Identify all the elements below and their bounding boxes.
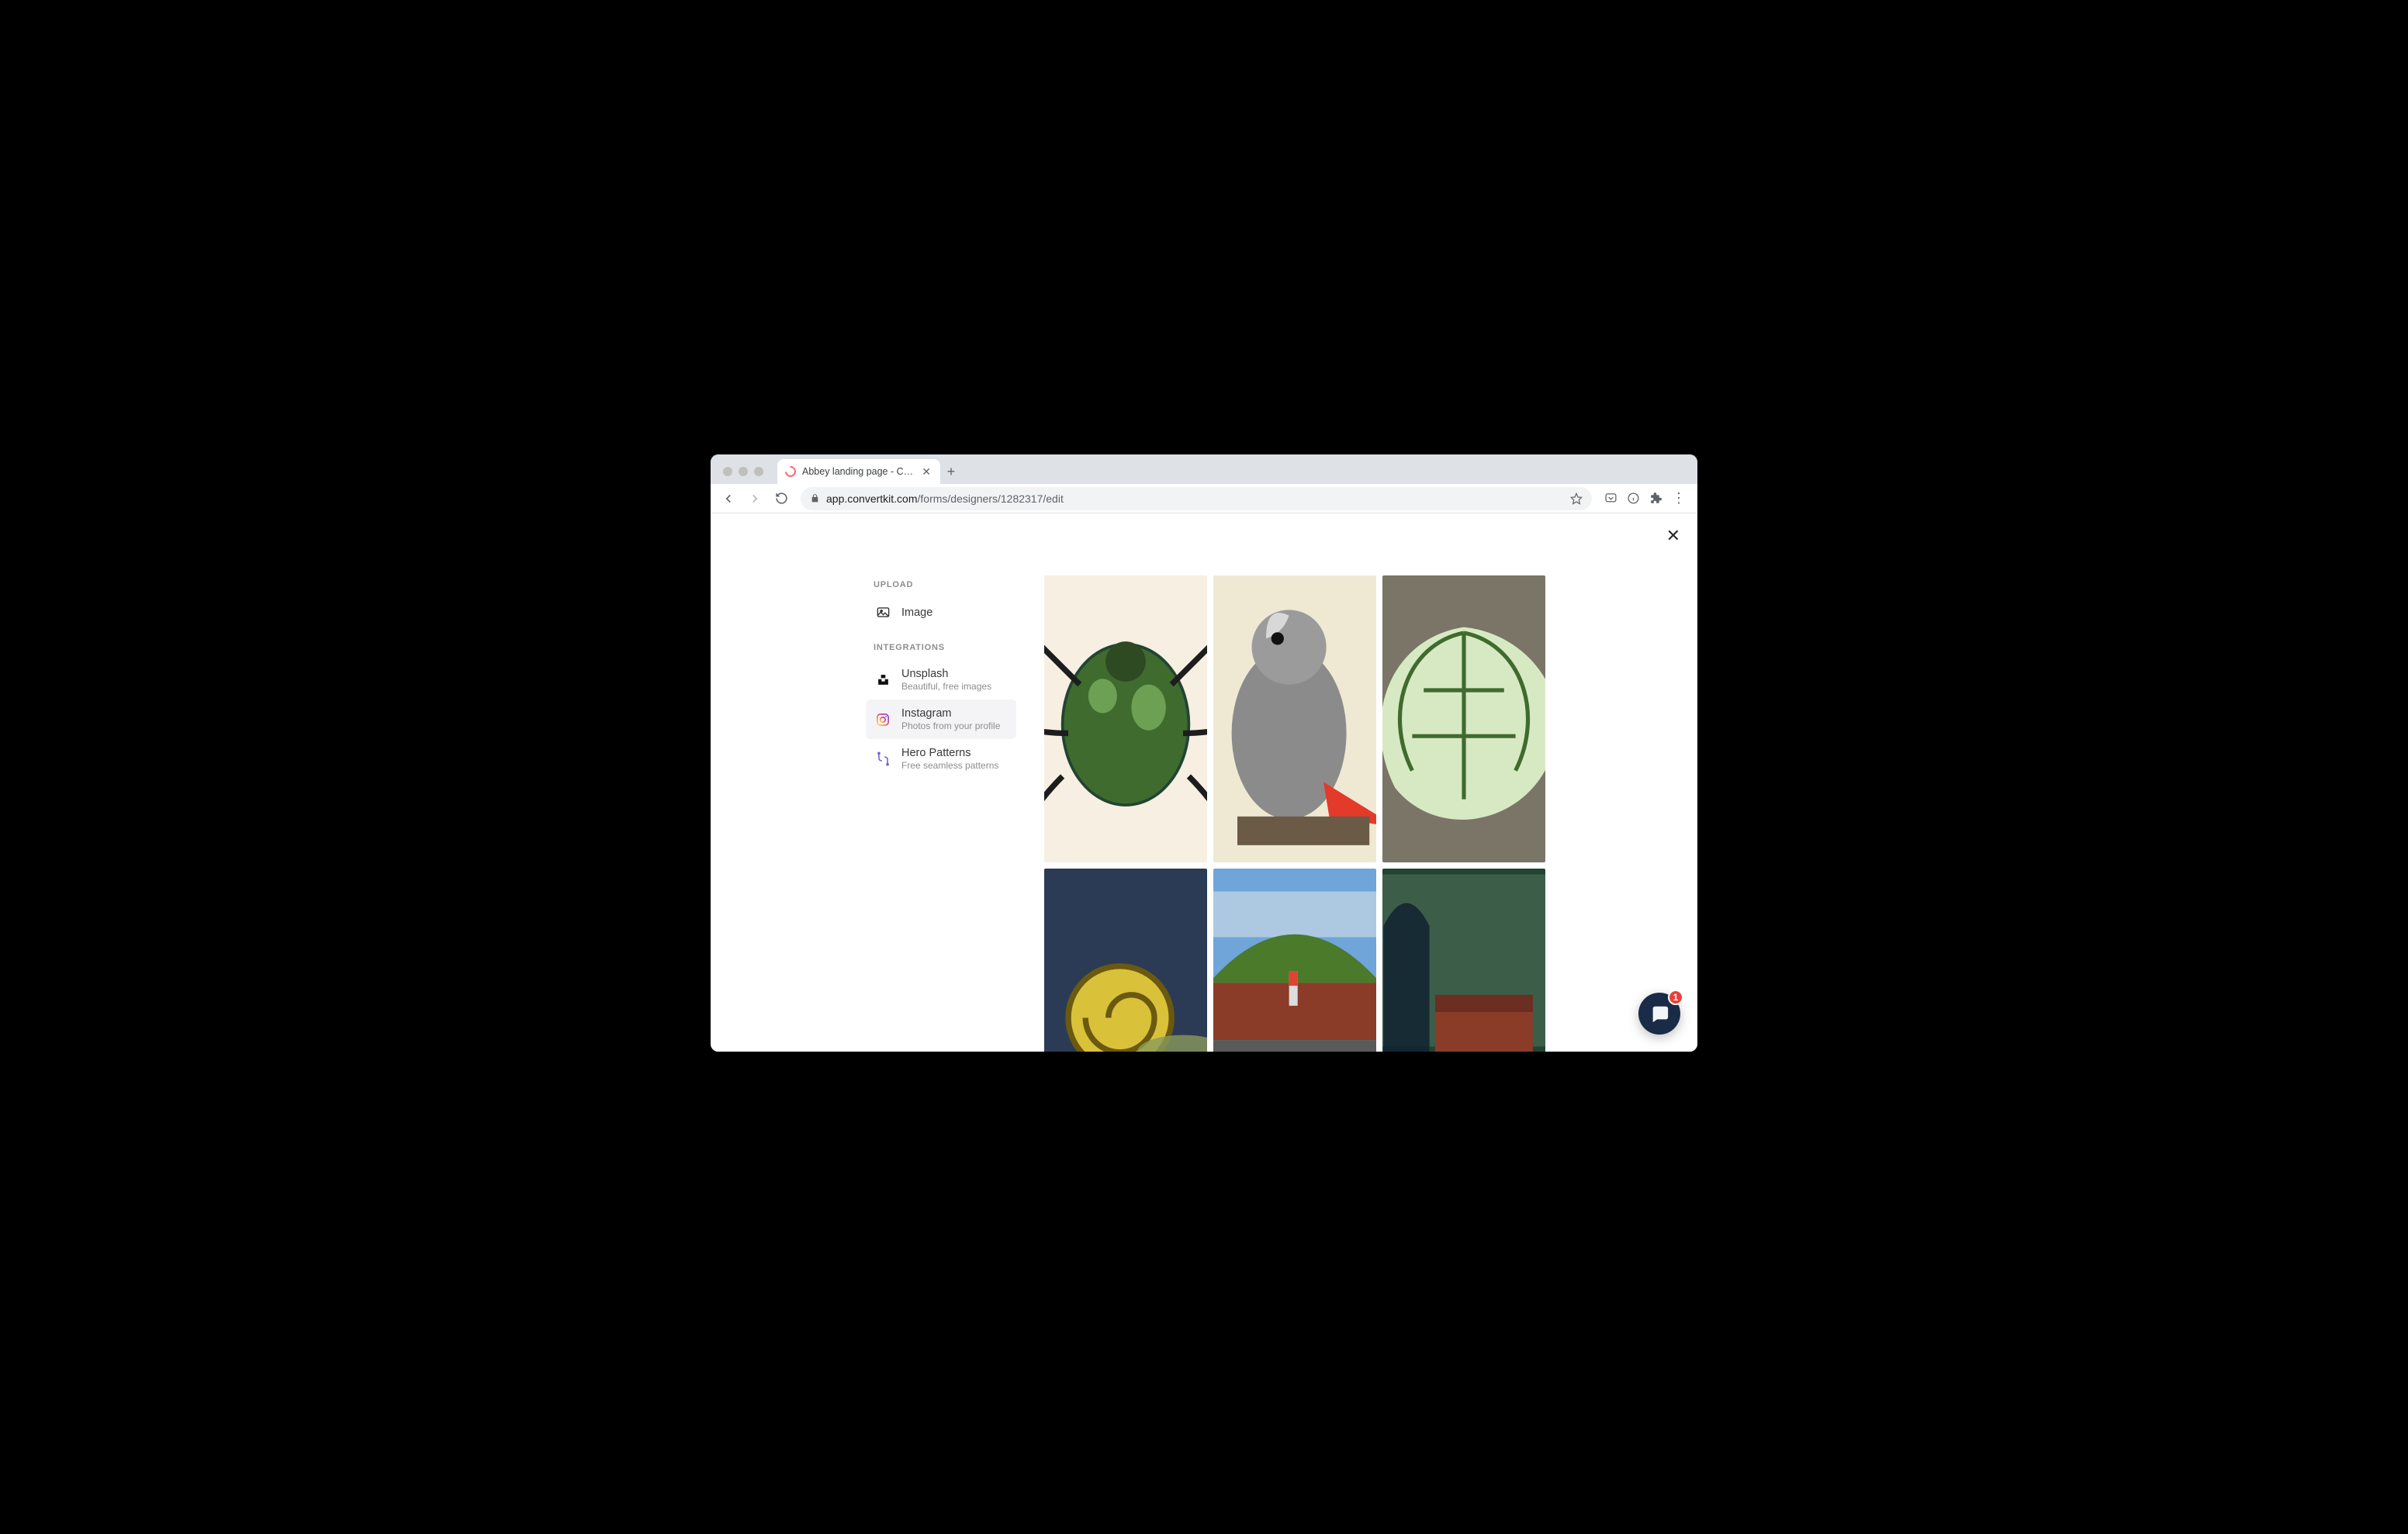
gallery-thumb-parrot[interactable] (1213, 575, 1376, 862)
close-window-icon[interactable] (723, 467, 732, 476)
browser-tab[interactable]: Abbey landing page - ConvertK ✕ (777, 459, 940, 484)
sidebar-item-heropatterns[interactable]: Hero Patterns Free seamless patterns (866, 739, 1016, 779)
image-picker-modal: UPLOAD Image INTEGRATIONS (711, 513, 1697, 1052)
back-button[interactable] (717, 487, 740, 510)
browser-menu-icon[interactable]: ⋮ (1672, 490, 1687, 506)
gallery-thumb-beetle[interactable] (1044, 575, 1207, 862)
extensions-icon[interactable] (1649, 492, 1662, 505)
section-integrations-label: INTEGRATIONS (874, 643, 1016, 652)
gallery-thumb-castle[interactable] (1382, 869, 1545, 1052)
forward-button[interactable] (743, 487, 766, 510)
unsplash-icon (875, 673, 891, 686)
sidebar-item-sub: Photos from your profile (901, 720, 1000, 731)
sidebar-item-sub: Free seamless patterns (901, 760, 998, 771)
tab-title: Abbey landing page - ConvertK (802, 466, 914, 477)
maximize-window-icon[interactable] (754, 467, 763, 476)
image-icon (875, 605, 891, 620)
sidebar-item-label: Hero Patterns (901, 747, 998, 759)
gallery (1044, 575, 1556, 1052)
section-upload-label: UPLOAD (874, 580, 1016, 589)
lock-icon (810, 493, 820, 503)
extension-icons: ⋮ (1600, 490, 1691, 506)
browser-window: Abbey landing page - ConvertK ✕ + app.c (711, 454, 1697, 1052)
heropatterns-icon (875, 751, 891, 766)
intercom-badge: 1 (1668, 990, 1683, 1005)
app-viewport: ✕ UPLOAD Image INTEGRATIONS (711, 513, 1697, 1052)
tab-strip: Abbey landing page - ConvertK ✕ + (711, 454, 1697, 484)
sidebar-item-label: Unsplash (901, 668, 991, 680)
gallery-thumb-leaves[interactable] (1382, 575, 1545, 862)
star-icon[interactable] (1570, 492, 1583, 505)
sidebar-item-label: Image (901, 606, 932, 619)
new-tab-button[interactable]: + (940, 459, 962, 484)
url-text: app.convertkit.com/forms/designers/12823… (826, 492, 1564, 505)
sidebar-item-label: Instagram (901, 707, 1000, 720)
pocket-icon[interactable] (1604, 492, 1617, 505)
sidebar: UPLOAD Image INTEGRATIONS (866, 575, 1021, 1052)
chat-icon (1649, 1004, 1669, 1024)
minimize-window-icon[interactable] (739, 467, 748, 476)
close-tab-icon[interactable]: ✕ (920, 465, 932, 479)
sidebar-item-sub: Beautiful, free images (901, 681, 991, 692)
sidebar-item-unsplash[interactable]: Unsplash Beautiful, free images (866, 660, 1016, 700)
intercom-launcher[interactable]: 1 (1638, 993, 1680, 1035)
sidebar-item-instagram[interactable]: Instagram Photos from your profile (866, 700, 1016, 739)
gallery-thumb-mound[interactable] (1213, 869, 1376, 1052)
sidebar-item-image[interactable]: Image (866, 597, 1016, 627)
info-icon[interactable] (1627, 492, 1640, 505)
instagram-icon (875, 713, 891, 727)
favicon-icon (783, 464, 798, 479)
gallery-thumb-snail[interactable] (1044, 869, 1207, 1052)
toolbar: app.convertkit.com/forms/designers/12823… (711, 484, 1697, 513)
reload-button[interactable] (770, 487, 793, 510)
window-controls[interactable] (718, 467, 768, 484)
address-bar[interactable]: app.convertkit.com/forms/designers/12823… (801, 487, 1592, 510)
